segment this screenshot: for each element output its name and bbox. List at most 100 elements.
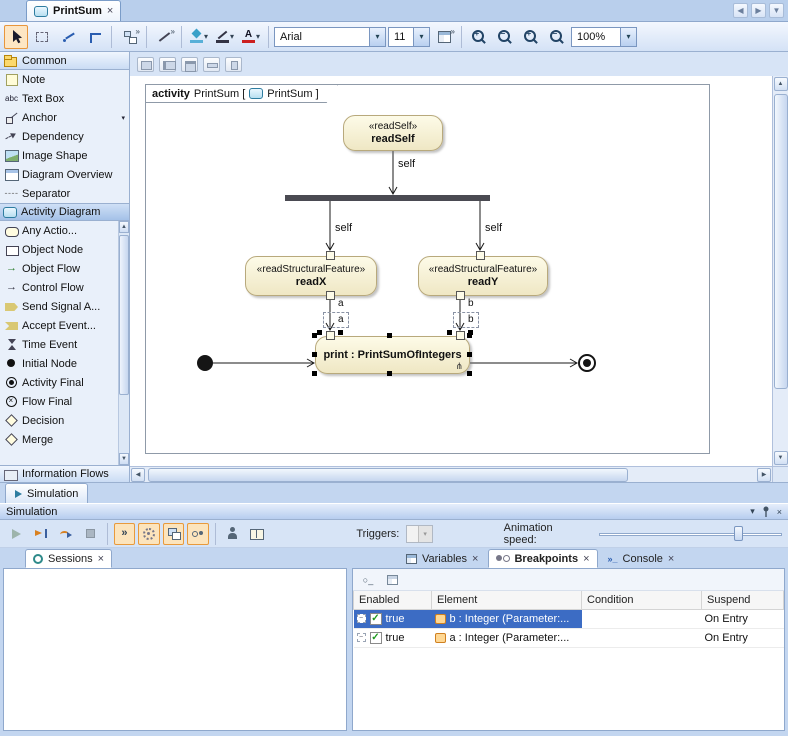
close-icon[interactable]: × [668, 553, 674, 565]
lasso-tool-button[interactable] [30, 25, 54, 49]
animation-toggle[interactable] [138, 523, 159, 545]
diagram-canvas[interactable]: activity PrintSum [ PrintSum ] [130, 76, 772, 466]
output-pin[interactable] [456, 291, 465, 300]
line-style-button[interactable]: » [152, 25, 176, 49]
palette-item-image-shape[interactable]: Image Shape [0, 146, 129, 165]
documentation-button[interactable] [246, 523, 267, 545]
related-elements-button[interactable]: » [117, 25, 141, 49]
selection-handle[interactable] [387, 333, 392, 338]
breakpoint-animation-toggle[interactable] [187, 523, 208, 545]
condition-value[interactable] [582, 628, 702, 647]
pin-selection-handle[interactable] [338, 330, 343, 335]
input-pin[interactable] [326, 331, 335, 340]
palette-scrollbar[interactable]: ▲ ▼ [118, 221, 129, 465]
initial-node[interactable] [197, 355, 213, 371]
palette-item-accept-event[interactable]: Accept Event... [0, 316, 118, 335]
step-into-button[interactable] [30, 523, 51, 545]
diagram-tables-button[interactable]: » [432, 25, 456, 49]
zoom-selection-button[interactable]: − [545, 25, 569, 49]
auto-open-diagrams-toggle[interactable] [163, 523, 184, 545]
pointer-tool-button[interactable] [4, 25, 28, 49]
tab-simulation[interactable]: Simulation [5, 483, 88, 503]
input-pin[interactable] [456, 331, 465, 340]
chevron-down-icon[interactable]: ▾ [620, 28, 636, 46]
scroll-right-icon[interactable]: ▶ [757, 468, 771, 482]
expander-icon[interactable]: − [357, 614, 366, 623]
pin-icon[interactable] [761, 506, 771, 517]
selection-handle[interactable] [467, 371, 472, 376]
console-mode-toggle[interactable]: » [114, 523, 135, 545]
rectilinear-path-button[interactable] [82, 25, 106, 49]
triggers-combo[interactable]: ▾ [406, 525, 432, 543]
line-color-button[interactable]: ▾ [213, 25, 237, 49]
font-size-combo[interactable]: 11 ▾ [388, 27, 430, 47]
scrollbar-thumb[interactable] [119, 235, 129, 395]
oblique-path-button[interactable] [56, 25, 80, 49]
more-options-icon[interactable]: » [171, 27, 175, 36]
diagram-toolbar-icon-3[interactable] [181, 57, 198, 72]
palette-item-decision[interactable]: Decision [0, 411, 118, 430]
scrollbar-thumb[interactable] [148, 468, 628, 482]
read-y-action[interactable]: «readStructuralFeature» readY [418, 256, 548, 296]
user-interaction-button[interactable] [222, 523, 243, 545]
palette-item-separator[interactable]: ----Separator [0, 184, 129, 203]
expander-icon[interactable]: − [357, 633, 366, 642]
vertical-scrollbar[interactable]: ▲ ▼ [772, 76, 788, 466]
suspend-value[interactable]: On Entry [702, 609, 784, 628]
selection-handle[interactable] [312, 352, 317, 357]
scroll-tabs-left-icon[interactable]: ◀ [733, 3, 748, 18]
input-pin[interactable] [326, 251, 335, 260]
chevron-down-icon[interactable]: ▾ [230, 33, 234, 41]
breakpoint-row[interactable]: − ✓ true a : Integer (Parameter:... On E… [354, 628, 784, 647]
zoom-level-combo[interactable]: 100% ▾ [571, 27, 637, 47]
print-action[interactable]: print : PrintSumOfIntegers ⋔ [315, 336, 470, 374]
pin-selection-handle[interactable] [317, 330, 322, 335]
activity-final-node[interactable] [578, 354, 596, 372]
tab-printsum[interactable]: PrintSum × [26, 0, 121, 21]
selection-handle[interactable] [312, 371, 317, 376]
slider-thumb[interactable] [734, 526, 743, 541]
breakpoint-row[interactable]: − ✓ true b : Integer (Parameter:... On E… [354, 609, 784, 628]
diagram-toolbar-icon-1[interactable] [137, 57, 154, 72]
palette-item-note[interactable]: Note [0, 70, 129, 89]
palette-item-text-box[interactable]: abcText Box [0, 89, 129, 108]
close-icon[interactable]: × [472, 553, 478, 565]
step-over-button[interactable] [55, 523, 76, 545]
tab-breakpoints[interactable]: Breakpoints × [488, 549, 597, 568]
read-self-action[interactable]: «readSelf» readSelf [343, 115, 443, 151]
palette-item-control-flow[interactable]: →Control Flow [0, 278, 118, 297]
close-icon[interactable]: × [777, 507, 782, 517]
chevron-down-icon[interactable]: ▾ [369, 28, 385, 46]
pin-selection-handle[interactable] [468, 330, 473, 335]
selection-handle[interactable] [387, 371, 392, 376]
diagram-toolbar-icon-4[interactable] [203, 57, 220, 72]
zoom-fit-button[interactable]: + [519, 25, 543, 49]
pin-selection-handle[interactable] [447, 330, 452, 335]
palette-item-object-flow[interactable]: →Object Flow [0, 259, 118, 278]
palette-item-diagram-overview[interactable]: Diagram Overview [0, 165, 129, 184]
palette-item-time-event[interactable]: Time Event [0, 335, 118, 354]
suspend-value[interactable]: On Entry [702, 628, 784, 647]
zoom-out-button[interactable]: − [493, 25, 517, 49]
more-options-icon[interactable]: » [136, 27, 140, 36]
breakpoint-options-button[interactable] [382, 571, 402, 589]
chevron-down-icon[interactable]: ▾ [204, 33, 208, 41]
scroll-down-icon[interactable]: ▼ [774, 451, 788, 465]
close-icon[interactable]: × [583, 553, 589, 565]
remove-breakpoint-button[interactable]: ○_ [358, 571, 378, 589]
diagram-toolbar-icon-2[interactable] [159, 57, 176, 72]
scroll-up-icon[interactable]: ▲ [774, 77, 788, 91]
chevron-down-icon[interactable]: ▾ [413, 28, 429, 46]
scrollbar-thumb[interactable] [774, 94, 788, 389]
scroll-up-icon[interactable]: ▲ [119, 221, 129, 233]
tab-list-icon[interactable]: ▼ [769, 3, 784, 18]
zoom-in-button[interactable]: + [467, 25, 491, 49]
tab-console[interactable]: »_ Console × [600, 549, 683, 568]
terminate-button[interactable] [79, 523, 100, 545]
panel-menu-icon[interactable]: ▾ [750, 506, 755, 517]
chevron-down-icon[interactable]: ▾ [256, 33, 260, 41]
palette-item-initial-node[interactable]: Initial Node [0, 354, 118, 373]
palette-item-activity-final[interactable]: Activity Final [0, 373, 118, 392]
palette-item-object-node[interactable]: Object Node [0, 240, 118, 259]
close-icon[interactable]: × [98, 553, 104, 565]
